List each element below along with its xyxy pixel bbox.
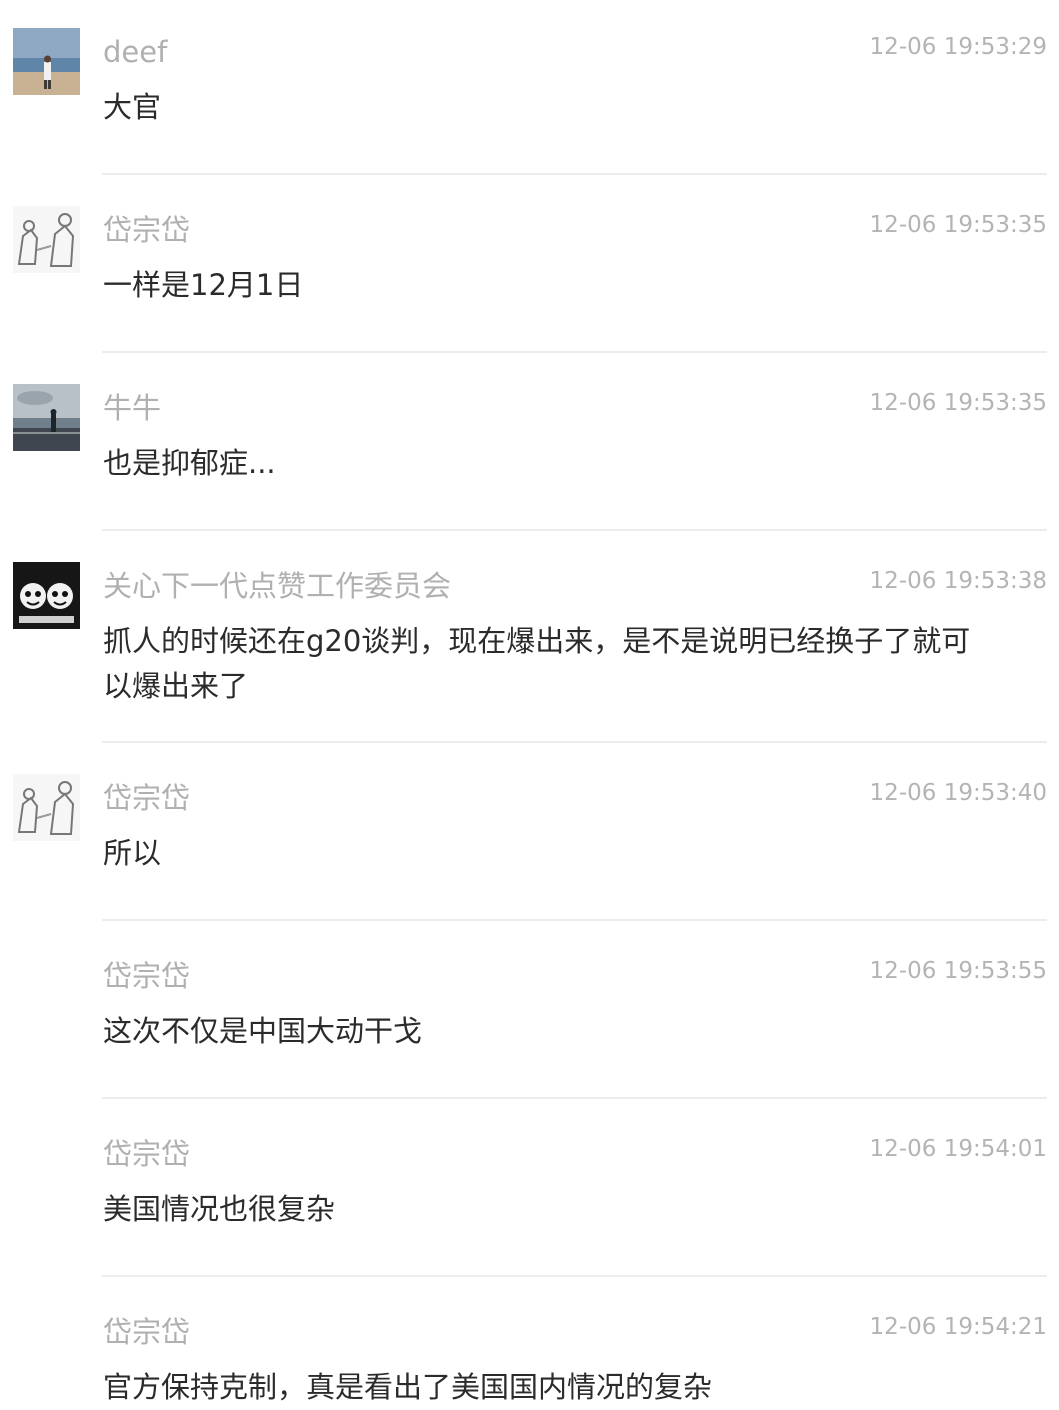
divider: [102, 741, 1047, 743]
timestamp: 12-06 19:53:35: [869, 390, 1047, 416]
timestamp: 12-06 19:53:29: [869, 34, 1047, 60]
cartoon-faces-avatar[interactable]: [13, 562, 80, 629]
timestamp: 12-06 19:54:21: [869, 1314, 1047, 1340]
divider: [102, 351, 1047, 353]
message-text: 大官: [103, 90, 162, 124]
divider: [102, 1097, 1047, 1099]
divider: [102, 173, 1047, 175]
username[interactable]: 岱宗岱: [103, 1312, 190, 1352]
message-text: 这次不仅是中国大动干戈: [103, 1014, 423, 1048]
beach-photo-avatar[interactable]: [13, 28, 80, 95]
username[interactable]: 岱宗岱: [103, 210, 190, 250]
message-text: 美国情况也很复杂: [103, 1192, 336, 1226]
divider: [102, 919, 1047, 921]
username[interactable]: deef: [103, 32, 167, 72]
username[interactable]: 岱宗岱: [103, 956, 190, 996]
message-text: 也是抑郁症...: [103, 446, 276, 480]
sketch-figures-avatar[interactable]: [13, 206, 80, 273]
message-text: 一样是12月1日: [103, 268, 304, 302]
divider: [102, 529, 1047, 531]
username[interactable]: 岱宗岱: [103, 1134, 190, 1174]
message-text: 官方保持克制，真是看出了美国国内情况的复杂: [103, 1370, 713, 1404]
username[interactable]: 岱宗岱: [103, 778, 190, 818]
username[interactable]: 牛牛: [103, 388, 161, 428]
timestamp: 12-06 19:53:35: [869, 212, 1047, 238]
divider: [102, 1275, 1047, 1277]
timestamp: 12-06 19:53:55: [869, 958, 1047, 984]
seaside-photo-avatar[interactable]: [13, 384, 80, 451]
sketch-figures-avatar[interactable]: [13, 774, 80, 841]
timestamp: 12-06 19:54:01: [869, 1136, 1047, 1162]
username[interactable]: 关心下一代点赞工作委员会: [103, 566, 451, 606]
timestamp: 12-06 19:53:38: [869, 568, 1047, 594]
message-feed: deef 12-06 19:53:29 大官 岱宗岱 12-06 19:53:3…: [0, 0, 1059, 1410]
message-text: 所以: [103, 836, 162, 870]
message-text: 抓人的时候还在g20谈判，现在爆出来，是不是说明已经换子了就可以爆出来了: [103, 624, 971, 703]
timestamp: 12-06 19:53:40: [869, 780, 1047, 806]
